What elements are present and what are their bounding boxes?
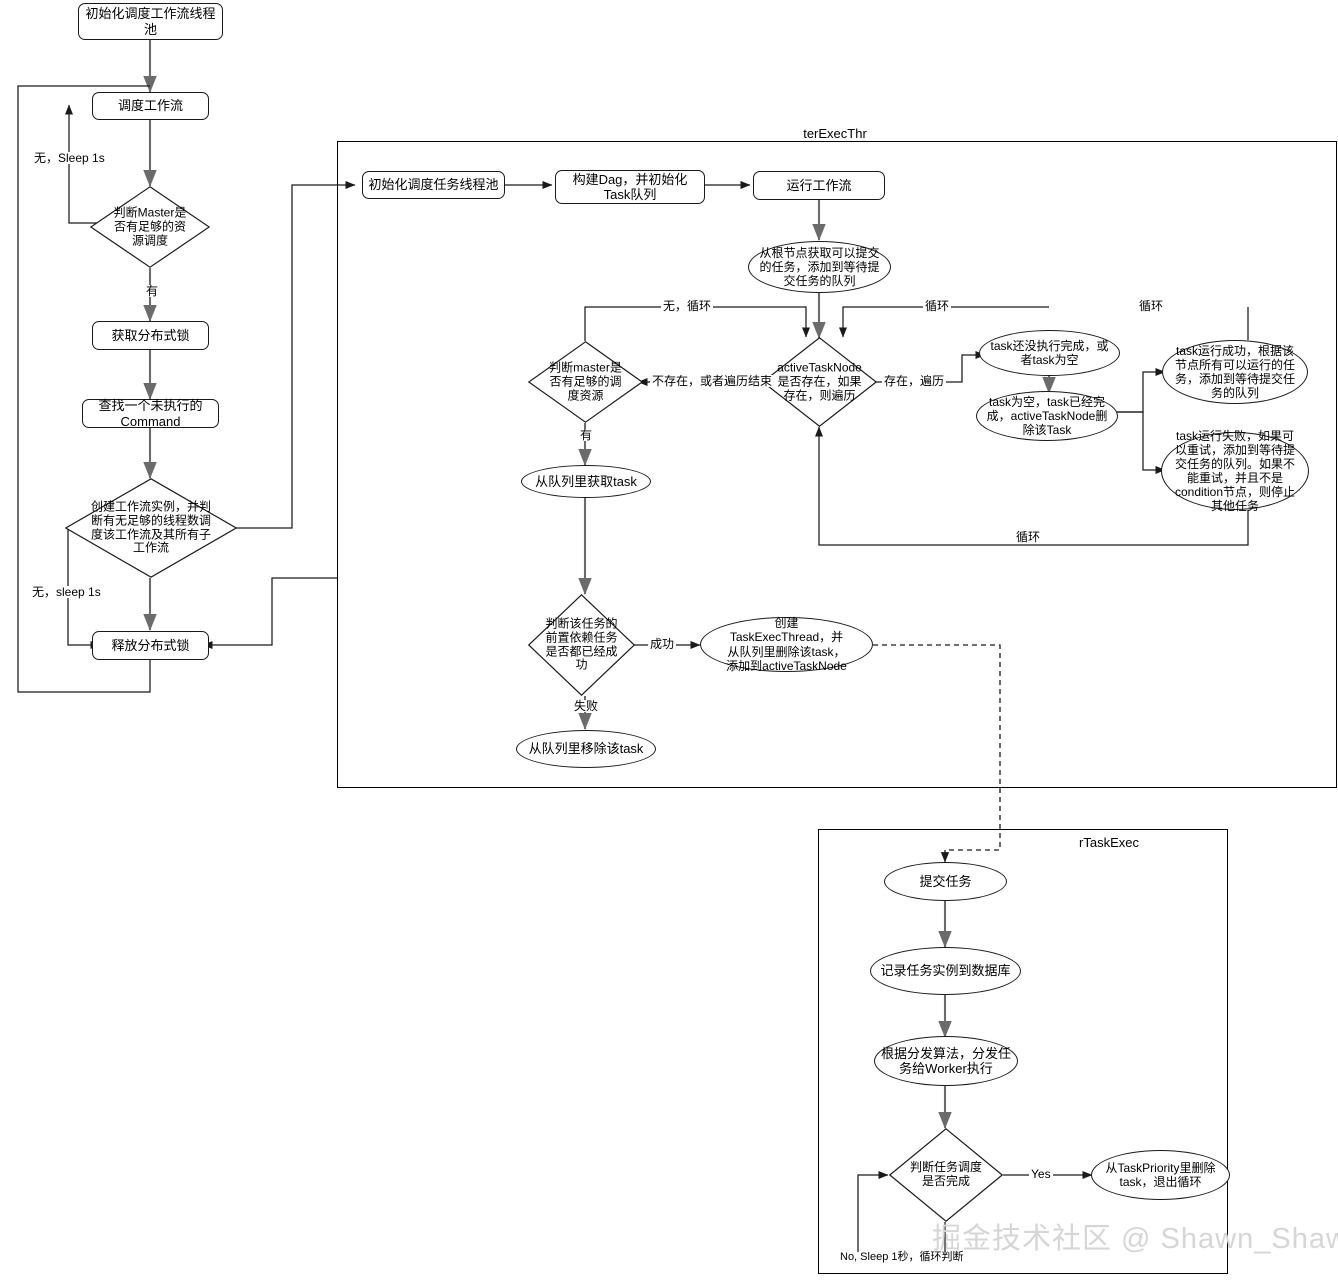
edge-label-yes: Yes [1029, 1167, 1053, 1181]
node-master-resource-check-2-label: 判断master是 否有足够的调 度资源 [549, 360, 622, 402]
node-dispatch-to-worker[interactable]: 根据分发算法，分发任 务给Worker执行 [874, 1036, 1018, 1086]
node-task-not-finished[interactable]: task还没执行完成，或 者task为空 [979, 330, 1120, 376]
node-release-distributed-lock[interactable]: 释放分布式锁 [92, 631, 209, 660]
node-find-command[interactable]: 查找一个未执行的 Command [82, 398, 219, 429]
node-task-run-failed[interactable]: task运行失败，如果可 以重试，添加到等待提 交任务的队列。如果不 能重试，并… [1161, 429, 1309, 513]
edge-label-loop-2: 循环 [1137, 299, 1166, 313]
edge-label-no-sleep-1s-upper: 无，Sleep 1s [32, 151, 107, 165]
node-check-task-dependencies[interactable]: 判断该任务的 前置依赖任务 是否都已经成 功 [528, 594, 635, 696]
edge-label-no-sleep-1s-lower: 无，sleep 1s [30, 585, 103, 599]
node-get-root-tasks[interactable]: 从根节点获取可以提交 的任务，添加到等待提 交任务的队列 [748, 241, 891, 293]
node-init-task-thread-pool[interactable]: 初始化调度任务线程池 [362, 171, 505, 199]
edge-label-has-resource: 有 [144, 284, 161, 298]
node-master-resource-check[interactable]: 判断Master是 否有足够的资 源调度 [90, 186, 210, 268]
node-active-task-node-check[interactable]: activeTaskNode 是否存在，如果 存在，则遍历 [762, 337, 877, 427]
node-check-task-dependencies-label: 判断该任务的 前置依赖任务 是否都已经成 功 [545, 616, 618, 672]
node-create-task-exec-thread[interactable]: 创建 TaskExecThread，并 从队列里删除该task， 添加到acti… [700, 616, 873, 673]
node-master-resource-check-2[interactable]: 判断master是 否有足够的调 度资源 [528, 341, 643, 423]
node-remove-task-from-queue[interactable]: 从队列里移除该task [516, 730, 656, 768]
node-check-task-schedule-done[interactable]: 判断任务调度 是否完成 [889, 1128, 1003, 1222]
edge-label-exist-traverse: 存在，遍历 [882, 374, 947, 388]
node-run-workflow[interactable]: 运行工作流 [753, 171, 885, 200]
node-record-task-instance[interactable]: 记录任务实例到数据库 [870, 947, 1021, 995]
node-remove-from-taskpriority[interactable]: 从TaskPriority里删除 task，退出循环 [1091, 1150, 1230, 1200]
left-loopback-lines [17, 85, 356, 693]
node-acquire-distributed-lock[interactable]: 获取分布式锁 [92, 321, 209, 350]
node-submit-task[interactable]: 提交任务 [884, 862, 1007, 901]
node-build-dag[interactable]: 构建Dag，并初始化 Task队列 [555, 170, 705, 204]
node-task-finished-remove[interactable]: task为空，task已经完 成，activeTaskNode删 除该Task [976, 391, 1118, 441]
node-create-workflow-instance[interactable]: 创建工作流实例，并判 断有无足够的线程数调 度该工作流及其所有子 工作流 [65, 478, 237, 578]
node-task-run-success[interactable]: task运行成功，根据该 节点所有可以运行的任 务，添加到等待提交任 务的队列 [1162, 340, 1308, 404]
node-check-task-schedule-done-label: 判断任务调度 是否完成 [910, 1160, 983, 1188]
edge-label-dep-fail: 失败 [572, 699, 601, 713]
container-task-exec-thread-title: rTaskExec [1070, 835, 1148, 850]
node-get-task-from-queue[interactable]: 从队列里获取task [521, 465, 651, 498]
node-init-workflow-pool[interactable]: 初始化调度工作流线程 池 [78, 3, 223, 40]
edge-label-loop-3: 循环 [1014, 530, 1043, 544]
edge-label-not-exist-or-end: 不存在，或者遍历结束 [650, 374, 775, 388]
node-schedule-workflow[interactable]: 调度工作流 [92, 92, 209, 120]
edge-label-loop-1: 循环 [923, 299, 952, 313]
flowchart-canvas: terExecThr rTaskExec 初始化调度工作流线程 池 调度工作流 … [0, 0, 1338, 1281]
edge-label-loop-none: 无，循环 [661, 299, 714, 313]
container-master-exec-thread-title: terExecThr [788, 126, 882, 141]
node-create-workflow-instance-label: 创建工作流实例，并判 断有无足够的线程数调 度该工作流及其所有子 工作流 [90, 499, 211, 555]
edge-label-has-resource-2: 有 [578, 428, 595, 442]
watermark-text: 掘金技术社区 @ Shawn_Shawn [932, 1223, 1338, 1255]
edge-label-dep-success: 成功 [648, 637, 677, 651]
node-master-resource-check-label: 判断Master是 否有足够的资 源调度 [113, 205, 187, 247]
